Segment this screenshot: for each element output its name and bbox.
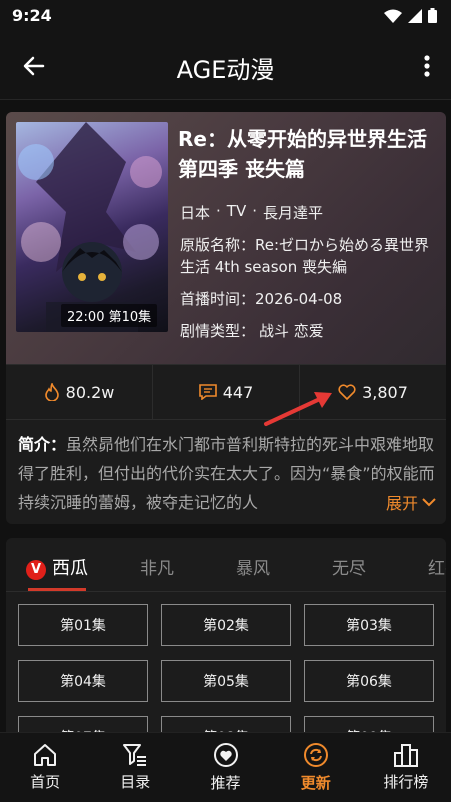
episode-button[interactable]: 第03集 bbox=[304, 604, 434, 646]
status-bar: 9:24 bbox=[0, 0, 451, 32]
anime-header: 22:00 第10集 Re：从零开始的异世界生活 第四季 丧失篇 日本 · TV… bbox=[6, 112, 446, 364]
comment-icon bbox=[198, 384, 217, 400]
episode-button[interactable]: 第04集 bbox=[18, 660, 148, 702]
home-icon bbox=[34, 744, 57, 766]
nav-label: 首页 bbox=[30, 773, 61, 791]
annotation-arrow-icon bbox=[264, 392, 332, 426]
meta-separator: · bbox=[216, 202, 221, 220]
premiere-value: 2026-04-08 bbox=[255, 290, 343, 308]
buildings-icon bbox=[393, 744, 418, 767]
app-bar: AGE动漫 bbox=[0, 32, 451, 100]
status-time: 9:24 bbox=[12, 6, 52, 25]
poster-artwork bbox=[18, 122, 162, 332]
expand-label: 展开 bbox=[385, 494, 418, 513]
anime-title: Re：从零开始的异世界生活 第四季 丧失篇 bbox=[178, 127, 427, 181]
original-name-label: 原版名称： bbox=[180, 236, 256, 254]
episode-badge: 22:00 第10集 bbox=[61, 304, 158, 327]
heart-outline-icon bbox=[338, 384, 356, 400]
tab-source-baofeng[interactable]: 暴风 bbox=[236, 554, 270, 579]
tab-source-hongniu[interactable]: 红牛 bbox=[428, 554, 446, 579]
episode-button[interactable]: 第01集 bbox=[18, 604, 148, 646]
tab-source-feifan[interactable]: 非凡 bbox=[140, 554, 174, 579]
more-vert-icon bbox=[424, 55, 430, 77]
wifi-icon bbox=[384, 9, 402, 23]
filter-list-icon bbox=[123, 744, 147, 766]
active-tab-indicator bbox=[28, 588, 86, 591]
nav-ranking[interactable]: 排行榜 bbox=[361, 733, 451, 802]
format-tag[interactable]: TV bbox=[227, 202, 246, 223]
bottom-nav: 首页 目录 推荐 更新 排行榜 bbox=[0, 732, 451, 802]
nav-recommend[interactable]: 推荐 bbox=[180, 733, 270, 802]
meta-tags: 日本 · TV · 長月達平 bbox=[180, 202, 323, 223]
source-tabs: V 西瓜 非凡 暴风 无尽 红牛 bbox=[6, 538, 446, 592]
anime-info-card: 22:00 第10集 Re：从零开始的异世界生活 第四季 丧失篇 日本 · TV… bbox=[6, 112, 446, 524]
fire-icon bbox=[44, 383, 59, 401]
original-name: 原版名称：Re:ゼロから始める異世界生活 4th season 喪失編 bbox=[180, 234, 440, 278]
episode-button[interactable]: 第06集 bbox=[304, 660, 434, 702]
chevron-down-icon bbox=[422, 498, 436, 507]
nav-home[interactable]: 首页 bbox=[0, 733, 90, 802]
comments-count: 447 bbox=[222, 382, 254, 402]
nav-label: 排行榜 bbox=[383, 773, 429, 791]
nav-label: 更新 bbox=[300, 774, 331, 792]
page-title: AGE动漫 bbox=[176, 56, 275, 84]
studio-tag[interactable]: 長月達平 bbox=[263, 202, 323, 223]
heart-circle-icon bbox=[213, 743, 238, 767]
premiere-label: 首播时间： bbox=[180, 290, 256, 308]
nav-catalog[interactable]: 目录 bbox=[90, 733, 180, 802]
more-button[interactable] bbox=[415, 48, 439, 84]
tab-source-xigua[interactable]: V 西瓜 bbox=[26, 554, 88, 580]
tab-source-wujin[interactable]: 无尽 bbox=[332, 554, 366, 579]
region-tag[interactable]: 日本 bbox=[180, 202, 210, 223]
views-stat: 80.2w bbox=[6, 365, 153, 419]
premiere-date: 首播时间：2026-04-08 bbox=[180, 288, 342, 309]
signal-icon bbox=[408, 8, 422, 23]
expand-button[interactable]: 展开 bbox=[341, 490, 436, 514]
favorites-count: 3,807 bbox=[362, 382, 408, 402]
stats-bar: 80.2w 447 3,807 bbox=[6, 364, 446, 420]
battery-icon bbox=[428, 8, 437, 23]
episode-button[interactable]: 第05集 bbox=[161, 660, 291, 702]
genre-label: 剧情类型： bbox=[180, 322, 256, 340]
source-badge-icon: V bbox=[26, 559, 46, 580]
status-icons bbox=[384, 8, 437, 23]
episode-card: V 西瓜 非凡 暴风 无尽 红牛 第01集 第02集 第03集 第04集 第05集… bbox=[6, 538, 446, 738]
genre-row: 剧情类型： 战斗 恋爱 bbox=[180, 320, 324, 341]
tab-label: 西瓜 bbox=[52, 558, 88, 579]
refresh-circle-icon bbox=[303, 743, 328, 767]
summary-label: 简介： bbox=[18, 435, 67, 454]
nav-updates[interactable]: 更新 bbox=[271, 733, 361, 802]
meta-separator: · bbox=[252, 202, 258, 220]
poster-image[interactable]: 22:00 第10集 bbox=[16, 122, 168, 332]
views-count: 80.2w bbox=[65, 382, 115, 402]
nav-label: 目录 bbox=[120, 773, 151, 791]
genre-value[interactable]: 战斗 恋爱 bbox=[259, 322, 324, 340]
nav-label: 推荐 bbox=[210, 774, 241, 792]
episode-button[interactable]: 第02集 bbox=[161, 604, 291, 646]
